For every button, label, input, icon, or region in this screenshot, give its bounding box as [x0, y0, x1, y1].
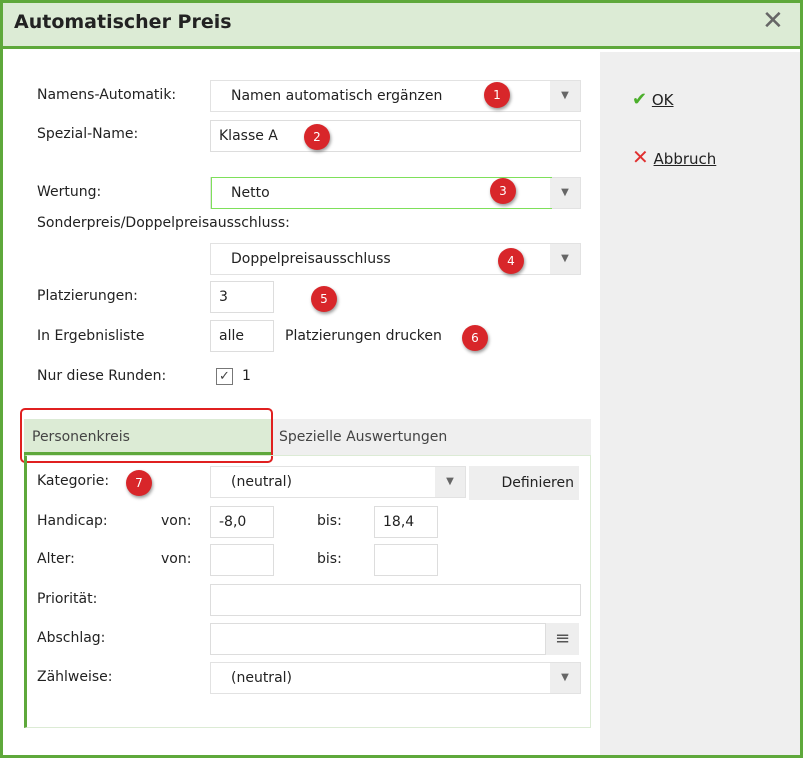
- abschlag-input[interactable]: [210, 623, 546, 655]
- kategorie-label: Kategorie:: [37, 473, 110, 489]
- kategorie-value: (neutral): [231, 474, 292, 490]
- prioritaet-input[interactable]: [210, 584, 581, 616]
- spezial-input[interactable]: Klasse A: [210, 120, 581, 152]
- platz-label: Platzierungen:: [37, 288, 138, 304]
- wertung-label: Wertung:: [37, 184, 102, 200]
- alter-bis-label: bis:: [317, 551, 342, 567]
- cross-icon: ✕: [632, 145, 649, 169]
- menu-icon[interactable]: ≡: [546, 623, 579, 655]
- zaehlweise-label: Zählweise:: [37, 669, 113, 685]
- chevron-down-icon: ▼: [435, 467, 465, 497]
- handicap-bis-input[interactable]: 18,4: [374, 506, 438, 538]
- chevron-down-icon: ▼: [550, 244, 580, 274]
- badge-7: 7: [126, 470, 152, 496]
- kategorie-select[interactable]: (neutral) ▼: [210, 466, 466, 498]
- ergebnis-label: In Ergebnisliste: [37, 328, 145, 344]
- ergebnis-input[interactable]: alle: [210, 320, 274, 352]
- definieren-button[interactable]: Definieren: [469, 466, 579, 500]
- chevron-down-icon: ▼: [550, 81, 580, 111]
- handicap-label: Handicap:: [37, 513, 108, 529]
- badge-1: 1: [484, 82, 510, 108]
- badge-3: 3: [490, 178, 516, 204]
- alter-von-input[interactable]: [210, 544, 274, 576]
- tab-spezielle-auswertungen[interactable]: Spezielle Auswertungen: [279, 429, 447, 445]
- ergebnis-suffix: Platzierungen drucken: [285, 328, 442, 344]
- badge-5: 5: [311, 286, 337, 312]
- close-icon[interactable]: ✕: [762, 6, 784, 36]
- check-icon: ✔: [632, 89, 648, 110]
- dialog-title: Automatischer Preis: [14, 11, 232, 33]
- alter-label: Alter:: [37, 551, 75, 567]
- badge-6: 6: [462, 325, 488, 351]
- zaehlweise-select[interactable]: (neutral) ▼: [210, 662, 581, 694]
- alter-von-label: von:: [161, 551, 192, 567]
- runden-label: Nur diese Runden:: [37, 368, 167, 384]
- handicap-von-label: von:: [161, 513, 192, 529]
- cancel-button[interactable]: ✕ Abbruch: [632, 145, 716, 169]
- badge-4: 4: [498, 248, 524, 274]
- handicap-bis-label: bis:: [317, 513, 342, 529]
- chevron-down-icon: ▼: [550, 178, 580, 208]
- platz-input[interactable]: 3: [210, 281, 274, 313]
- sonder-value: Doppelpreisausschluss: [231, 251, 391, 267]
- runden-value: 1: [242, 368, 251, 384]
- chevron-down-icon: ▼: [550, 663, 580, 693]
- sonder-label: Sonderpreis/Doppelpreisausschluss:: [37, 215, 290, 231]
- namens-value: Namen automatisch ergänzen: [231, 88, 443, 104]
- namens-select[interactable]: Namen automatisch ergänzen ▼: [210, 80, 581, 112]
- abschlag-label: Abschlag:: [37, 630, 106, 646]
- namens-label: Namens-Automatik:: [37, 87, 177, 103]
- zaehlweise-value: (neutral): [231, 670, 292, 686]
- sonder-select[interactable]: Doppelpreisausschluss ▼: [210, 243, 581, 275]
- prioritaet-label: Priorität:: [37, 591, 98, 607]
- spezial-label: Spezial-Name:: [37, 126, 139, 142]
- handicap-von-input[interactable]: -8,0: [210, 506, 274, 538]
- runden-checkbox[interactable]: ✓: [216, 368, 233, 385]
- badge-2: 2: [304, 124, 330, 150]
- ok-button[interactable]: ✔ OK: [632, 89, 674, 110]
- alter-bis-input[interactable]: [374, 544, 438, 576]
- wertung-select[interactable]: Netto ▼: [210, 177, 581, 209]
